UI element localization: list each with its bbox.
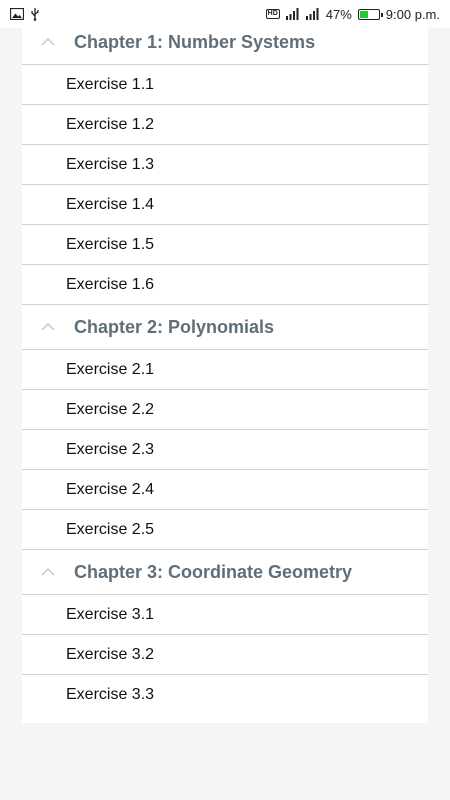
chevron-up-icon[interactable] xyxy=(22,323,74,331)
exercise-item[interactable]: Exercise 2.1 xyxy=(22,350,428,390)
exercise-item[interactable]: Exercise 2.2 xyxy=(22,390,428,430)
exercise-item[interactable]: Exercise 3.3 xyxy=(22,675,428,715)
hd-badge: HD xyxy=(265,9,280,19)
exercise-item[interactable]: Exercise 2.5 xyxy=(22,510,428,550)
exercise-item[interactable]: Exercise 1.3 xyxy=(22,145,428,185)
usb-icon xyxy=(30,7,40,21)
exercise-item[interactable]: Exercise 1.2 xyxy=(22,105,428,145)
status-bar-left xyxy=(10,7,40,21)
exercise-item[interactable]: Exercise 1.1 xyxy=(22,65,428,105)
battery-icon xyxy=(357,8,383,20)
image-icon xyxy=(10,8,24,20)
exercise-item[interactable]: Exercise 2.3 xyxy=(22,430,428,470)
exercise-list-content: Chapter 1: Number Systems Exercise 1.1 Exe… xyxy=(22,28,428,715)
exercise-item[interactable]: Exercise 3.2 xyxy=(22,635,428,675)
exercise-item[interactable]: Exercise 1.5 xyxy=(22,225,428,265)
signal-icon xyxy=(305,8,320,20)
chapter-header[interactable]: Chapter 3: Coordinate Geometry xyxy=(22,550,428,595)
battery-fill xyxy=(359,10,369,18)
exercise-item[interactable]: Exercise 1.4 xyxy=(22,185,428,225)
chevron-up-icon[interactable] xyxy=(22,38,74,46)
signal-icon xyxy=(285,8,300,20)
status-bar: HD 47% 9:00 p.m. xyxy=(0,0,450,28)
clock: 9:00 p.m. xyxy=(385,6,440,22)
chapter-title: Chapter 2: Polynomials xyxy=(74,316,275,337)
chapter-title: Chapter 1: Number Systems xyxy=(74,31,316,52)
exercise-item[interactable]: Exercise 3.1 xyxy=(22,595,428,635)
chevron-up-icon[interactable] xyxy=(22,568,74,576)
chapter-header[interactable]: Chapter 2: Polynomials xyxy=(22,305,428,350)
battery-percent: 47% xyxy=(325,6,352,22)
status-bar-right: HD 47% 9:00 p.m. xyxy=(265,6,440,22)
hd-voice-icon: HD xyxy=(265,9,280,19)
exercise-list[interactable]: Chapter 1: Number Systems Exercise 1.1 Exe… xyxy=(22,28,428,723)
chapter-title: Chapter 3: Coordinate Geometry xyxy=(74,561,353,582)
chapter-header[interactable]: Chapter 1: Number Systems xyxy=(22,28,428,65)
exercise-item[interactable]: Exercise 2.4 xyxy=(22,470,428,510)
exercise-item[interactable]: Exercise 1.6 xyxy=(22,265,428,305)
